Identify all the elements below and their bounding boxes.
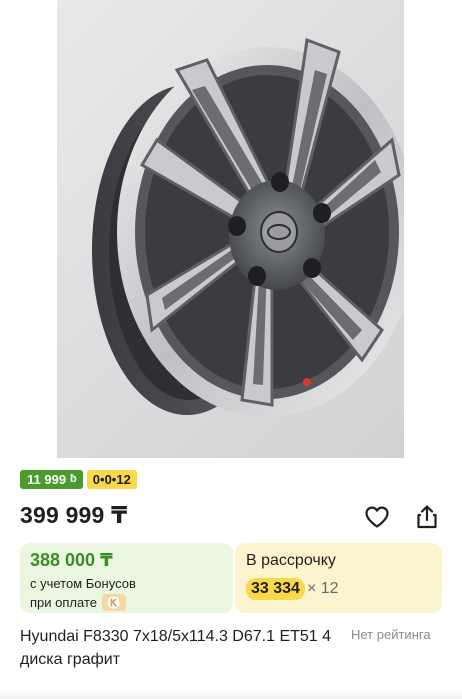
badge-price-text: 11 999 xyxy=(27,472,67,487)
bonus-note: с учетом Бонусов xyxy=(30,576,136,591)
bottom-divider xyxy=(0,689,462,699)
bonus-price-card[interactable]: 388 000 ₸ с учетом Бонусов при оплате xyxy=(20,543,233,613)
main-price: 399 999 ₸ xyxy=(20,502,128,528)
installment-badge: 0•0•12 xyxy=(86,470,137,489)
bonus-price: 388 000 ₸ xyxy=(30,550,113,570)
kaspi-pay-icon xyxy=(101,594,126,611)
share-button[interactable] xyxy=(413,503,441,531)
installment-card[interactable]: В рассрочку 33 334 × 12 xyxy=(235,543,442,613)
payment-note: при оплате xyxy=(30,594,223,611)
product-title[interactable]: Hyundai F8330 7x18/5x114.3 D67.1 ET51 4 … xyxy=(20,625,340,671)
share-icon xyxy=(417,505,437,529)
heart-icon xyxy=(365,506,389,528)
rating-status[interactable]: Нет рейтинга xyxy=(351,627,431,642)
bonus-b-icon: ƀ xyxy=(70,473,77,485)
product-photo[interactable] xyxy=(57,0,404,458)
bonus-price-badge: 11 999 ƀ xyxy=(20,470,83,489)
wheel-image xyxy=(92,37,404,417)
favorite-button[interactable] xyxy=(363,503,391,531)
installment-title: В рассрочку xyxy=(246,552,336,569)
payment-note-text: при оплате xyxy=(30,595,97,610)
installment-months: × 12 xyxy=(306,580,339,597)
promo-badges: 11 999 ƀ 0•0•12 xyxy=(20,470,137,489)
installment-row: 33 334 × 12 xyxy=(246,578,431,600)
installment-amount: 33 334 xyxy=(246,578,305,600)
